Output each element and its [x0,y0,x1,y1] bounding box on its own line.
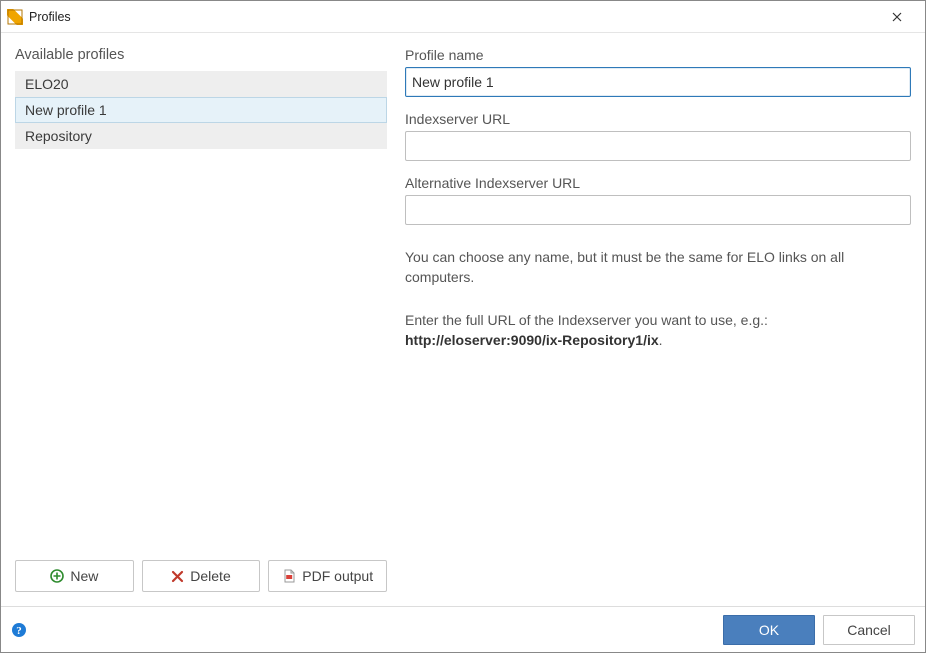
content: Available profiles ELO20New profile 1Rep… [1,33,925,606]
alt-indexserver-url-label: Alternative Indexserver URL [405,175,911,191]
pdf-output-button-label: PDF output [302,568,373,584]
ok-button-label: OK [759,622,779,638]
app-icon [7,9,23,25]
delete-button-label: Delete [190,568,230,584]
profile-item[interactable]: Repository [15,123,387,149]
new-button[interactable]: New [15,560,134,592]
close-icon [892,12,902,22]
profile-name-input[interactable] [405,67,911,97]
available-profiles-label: Available profiles [15,47,387,63]
hint-url-line1: Enter the full URL of the Indexserver yo… [405,312,768,328]
new-button-label: New [70,568,98,584]
profile-item[interactable]: ELO20 [15,71,387,97]
x-icon [171,570,184,583]
titlebar: Profiles [1,1,925,33]
form-panel: Profile name Indexserver URL Alternative… [405,47,911,606]
profile-item[interactable]: New profile 1 [15,97,387,123]
profile-list[interactable]: ELO20New profile 1Repository [15,71,387,552]
svg-text:?: ? [16,625,22,637]
pdf-icon [282,569,296,583]
delete-button[interactable]: Delete [142,560,261,592]
indexserver-url-label: Indexserver URL [405,111,911,127]
profile-actions: New Delete PDF output [15,560,387,592]
close-button[interactable] [875,3,919,31]
footer: ? OK Cancel [1,606,925,652]
hint-name: You can choose any name, but it must be … [405,247,911,288]
window-title: Profiles [29,10,875,24]
cancel-button[interactable]: Cancel [823,615,915,645]
left-panel: Available profiles ELO20New profile 1Rep… [15,47,387,606]
plus-icon [50,569,64,583]
hint-url: Enter the full URL of the Indexserver yo… [405,310,911,351]
help-button[interactable]: ? [11,622,27,638]
cancel-button-label: Cancel [847,622,891,638]
ok-button[interactable]: OK [723,615,815,645]
alt-indexserver-url-input[interactable] [405,195,911,225]
indexserver-url-input[interactable] [405,131,911,161]
profile-name-label: Profile name [405,47,911,63]
pdf-output-button[interactable]: PDF output [268,560,387,592]
hint-url-example: http://eloserver:9090/ix-Repository1/ix [405,332,659,348]
hint-url-period: . [659,332,663,348]
help-icon: ? [11,622,27,638]
